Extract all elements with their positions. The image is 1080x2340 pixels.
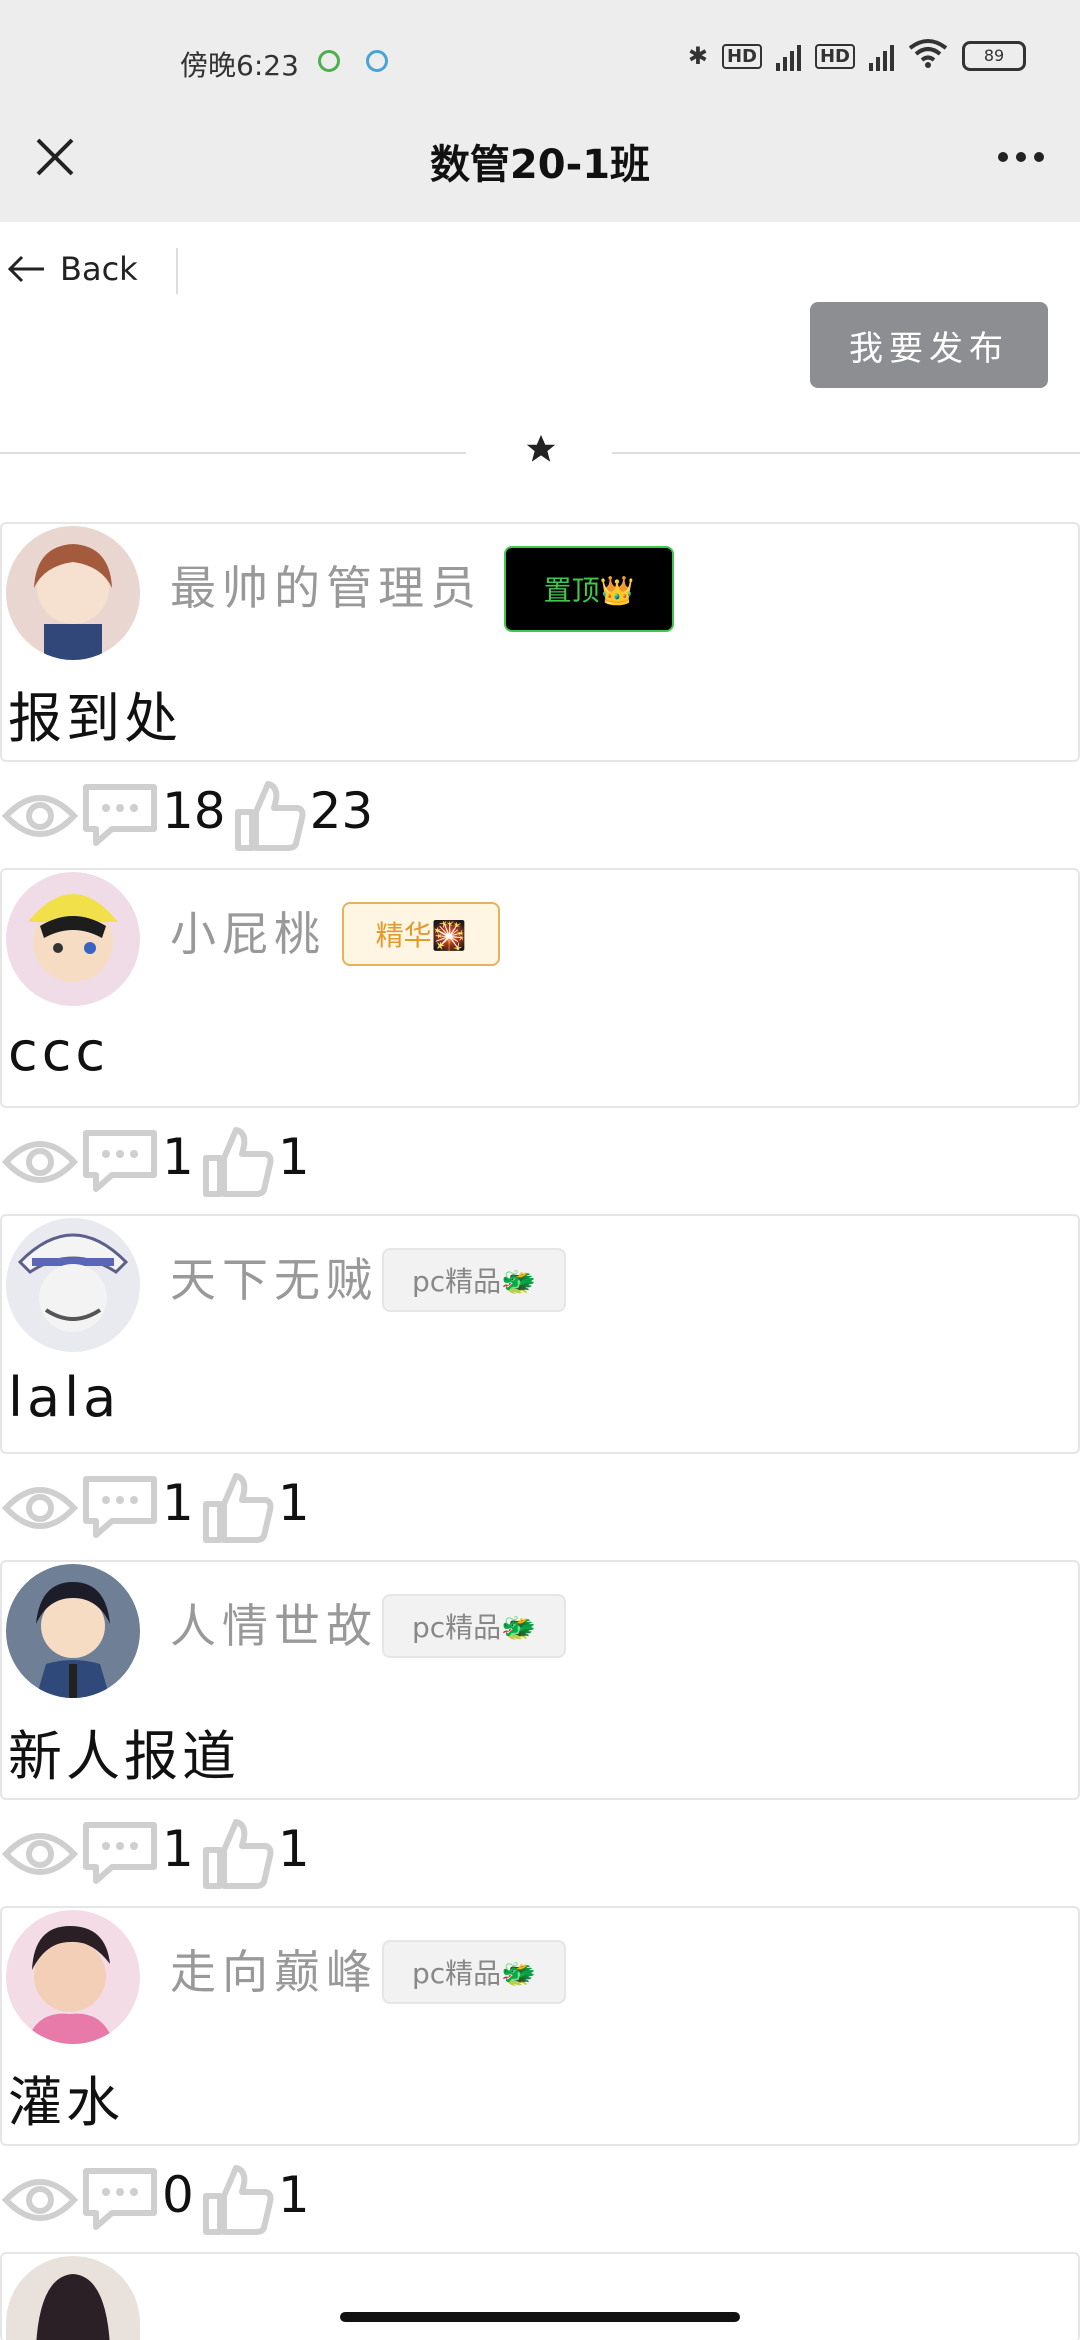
signal-icon-2 bbox=[869, 41, 894, 71]
status-bar: 傍晚6:23 ✱ HD HD 89 bbox=[0, 0, 1080, 122]
battery-icon: 89 bbox=[962, 41, 1026, 71]
back-button[interactable]: Back bbox=[6, 238, 178, 300]
wifi-icon bbox=[908, 38, 948, 74]
comment-icon[interactable] bbox=[80, 1819, 160, 1889]
publish-button[interactable]: 我要发布 bbox=[810, 302, 1048, 388]
hd-badge-2: HD bbox=[814, 43, 855, 69]
post-card[interactable]: 天下无贼 pc精品🐲 lala bbox=[0, 1214, 1080, 1454]
view-eye-icon[interactable] bbox=[0, 1824, 80, 1884]
comment-icon[interactable] bbox=[80, 1127, 160, 1197]
post-content: ccc bbox=[8, 1020, 110, 1083]
like-thumb-icon[interactable] bbox=[232, 778, 308, 854]
like-thumb-icon[interactable] bbox=[200, 2162, 276, 2238]
post-author: 走向巅峰 bbox=[170, 1945, 378, 1999]
avatar[interactable] bbox=[6, 872, 140, 1006]
avatar[interactable] bbox=[6, 1564, 140, 1698]
pinned-badge: 置顶👑 bbox=[504, 546, 674, 632]
avatar[interactable] bbox=[6, 526, 140, 660]
comment-icon[interactable] bbox=[80, 1473, 160, 1543]
status-time: 傍晚6:23 bbox=[180, 49, 299, 82]
like-count: 1 bbox=[277, 1128, 310, 1186]
essence-badge: 精华🎇 bbox=[342, 902, 500, 966]
back-label: Back bbox=[60, 250, 138, 288]
comment-count: 0 bbox=[162, 2166, 194, 2224]
pc-quality-badge: pc精品🐲 bbox=[382, 1594, 566, 1658]
post-author: 天下无贼 bbox=[170, 1253, 378, 1307]
page-body: Back 我要发布 最帅的管理员 置顶👑 报到处 18 23 小屁桃 精华🎇 c… bbox=[0, 222, 1080, 2340]
post-card[interactable]: 最帅的管理员 置顶👑 报到处 bbox=[0, 522, 1080, 762]
nav-bar: 数管20-1班 bbox=[0, 122, 1080, 222]
notification-dot-blue-icon bbox=[366, 50, 388, 72]
avatar[interactable] bbox=[6, 2256, 140, 2340]
notification-dot-green-icon bbox=[318, 50, 340, 72]
back-separator bbox=[176, 248, 178, 294]
like-thumb-icon[interactable] bbox=[200, 1816, 276, 1892]
post-stats: 0 1 bbox=[0, 2146, 1080, 2254]
avatar[interactable] bbox=[6, 1910, 140, 2044]
comment-count: 1 bbox=[162, 1128, 194, 1186]
pc-quality-badge: pc精品🐲 bbox=[382, 1248, 566, 1312]
bluetooth-icon: ✱ bbox=[687, 42, 708, 70]
post-author: 人情世故 bbox=[170, 1599, 378, 1653]
avatar[interactable] bbox=[6, 1218, 140, 1352]
post-author: 小屁桃 bbox=[170, 907, 326, 961]
like-thumb-icon[interactable] bbox=[200, 1470, 276, 1546]
like-count: 1 bbox=[277, 1474, 310, 1532]
post-content: 报到处 bbox=[8, 687, 182, 750]
star-icon bbox=[526, 434, 556, 462]
hd-badge-1: HD bbox=[721, 43, 762, 69]
post-author: 最帅的管理员 bbox=[170, 561, 482, 615]
post-stats: 1 1 bbox=[0, 1800, 1080, 1908]
comment-count: 1 bbox=[162, 1474, 194, 1532]
post-stats: 18 23 bbox=[0, 762, 1080, 870]
view-eye-icon[interactable] bbox=[0, 786, 80, 846]
post-card[interactable]: 小屁桃 精华🎇 ccc bbox=[0, 868, 1080, 1108]
view-eye-icon[interactable] bbox=[0, 2170, 80, 2230]
like-count: 23 bbox=[309, 782, 374, 840]
view-eye-icon[interactable] bbox=[0, 1478, 80, 1538]
post-card[interactable]: 人情世故 pc精品🐲 新人报道 bbox=[0, 1560, 1080, 1800]
divider-left bbox=[0, 452, 466, 454]
status-icons: ✱ HD HD 89 bbox=[688, 38, 1026, 74]
post-content: lala bbox=[8, 1366, 121, 1429]
page-title: 数管20-1班 bbox=[429, 142, 651, 188]
like-count: 1 bbox=[277, 2166, 310, 2224]
signal-icon-1 bbox=[775, 41, 801, 71]
post-card[interactable] bbox=[0, 2252, 1080, 2340]
comment-icon[interactable] bbox=[80, 781, 160, 851]
post-card[interactable]: 走向巅峰 pc精品🐲 灌水 bbox=[0, 1906, 1080, 2146]
like-count: 1 bbox=[277, 1820, 310, 1878]
comment-count: 1 bbox=[162, 1820, 194, 1878]
post-content: 灌水 bbox=[8, 2071, 124, 2134]
like-thumb-icon[interactable] bbox=[200, 1124, 276, 1200]
more-icon[interactable] bbox=[998, 152, 1044, 162]
comment-icon[interactable] bbox=[80, 2165, 160, 2235]
home-indicator[interactable] bbox=[340, 2312, 740, 2322]
back-arrow-icon bbox=[7, 255, 44, 283]
divider-right bbox=[612, 452, 1080, 454]
post-content: 新人报道 bbox=[8, 1725, 240, 1788]
view-eye-icon[interactable] bbox=[0, 1132, 80, 1192]
post-stats: 1 1 bbox=[0, 1454, 1080, 1562]
pc-quality-badge: pc精品🐲 bbox=[382, 1940, 566, 2004]
post-stats: 1 1 bbox=[0, 1108, 1080, 1216]
comment-count: 18 bbox=[162, 782, 226, 840]
